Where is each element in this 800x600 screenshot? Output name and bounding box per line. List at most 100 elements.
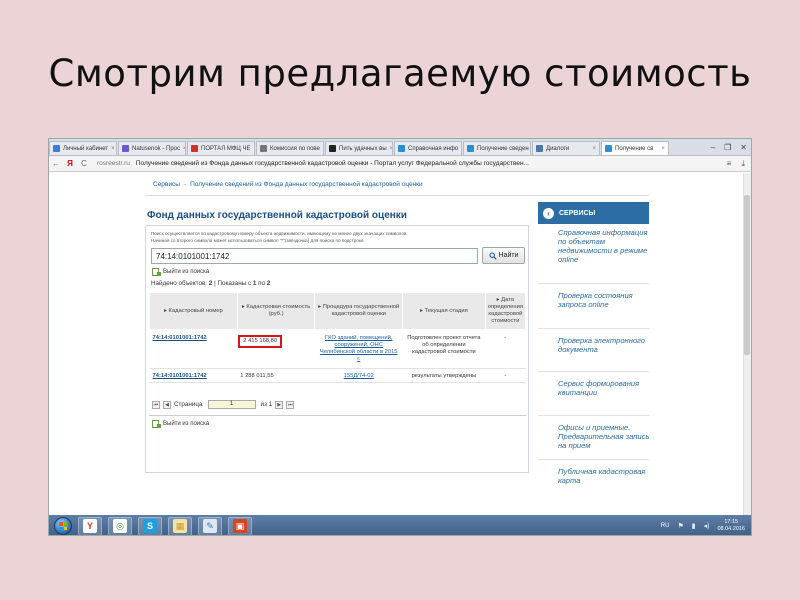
breadcrumb-root[interactable]: Сервисы [153,181,180,188]
tab-label: Диалоги [546,145,570,152]
restore-button[interactable]: ❐ [724,143,731,152]
clock-time: 17:15 [724,519,739,525]
service-link[interactable]: Сервис формирования квитанции [558,379,652,397]
column-header[interactable]: ▸ Кадастровый номер [149,292,238,330]
tab-close-icon[interactable]: × [390,146,392,152]
folder-taskbar-button[interactable]: ▦ [168,516,192,535]
volume-icon[interactable]: ◂) [704,522,710,530]
scrollbar-thumb[interactable] [744,195,750,355]
browser-tab[interactable]: Личный кабинет × [49,141,117,155]
service-link[interactable]: Публичная кадастровая карта [558,467,652,485]
exit-search-link[interactable]: Выйти из поиска [152,268,209,276]
download-icon[interactable]: ⤓ [741,159,745,169]
tab-close-icon[interactable]: × [183,146,185,152]
tray-flag-icon[interactable]: ⚑ [677,522,683,530]
breadcrumb-current[interactable]: Получение сведений из Фонда данных госуд… [190,181,423,188]
browser-tab[interactable]: Пить удачных вы × [325,141,393,155]
taskbar: Y ◎ S ▦ ✎ ▣ RU ⚑ ▮ ◂) 17:15 08.04.2016 [49,515,751,535]
column-header[interactable]: ▸ Процедура государственной кадастровой … [314,292,404,330]
yandex-button[interactable]: Я [63,159,77,168]
tab-label: Личный кабинет [63,145,109,152]
skype-taskbar-button[interactable]: S [138,516,162,535]
page-label: Страница [174,401,203,408]
page-number-input[interactable]: 1 [207,400,256,409]
cadastral-number-link[interactable]: 74:14:0101001:1742 [153,373,207,379]
close-window-button[interactable]: ✕ [740,143,747,152]
chat-app-taskbar-button[interactable]: ◎ [108,516,132,535]
service-link[interactable]: Справочная информация по объектам недвиж… [558,228,652,264]
exit-search-link-bottom[interactable]: Выйти из поиска [152,420,209,428]
tab-close-icon[interactable]: × [661,146,665,152]
shown-to-word: по [258,280,266,287]
column-header[interactable]: ▸ Текущая стадия [402,292,486,330]
yandex-browser-taskbar-button[interactable]: Y [78,516,102,535]
stage-cell: результаты утверждены [402,368,486,383]
minimize-button[interactable]: – [711,143,715,152]
language-indicator[interactable]: RU [661,523,670,529]
clock[interactable]: 17:15 08.04.2016 [717,519,745,533]
procedure-link[interactable]: ГКО зданий, помещений, сооружений, ОНС Ч… [314,329,403,369]
address-page-title[interactable]: Получение сведений из Фонда данных госуд… [136,160,529,167]
shown-from: 1 [252,280,257,287]
tab-label: Получение св [615,145,654,152]
menu-icon[interactable]: ≡ [727,159,732,169]
search-input[interactable] [151,248,478,264]
found-count: Найдено объектов: 2 | Показаны с 1 по 2 [151,280,270,287]
presentation-icon: ▣ [233,519,247,533]
browser-tab[interactable]: Диалоги × [532,141,600,155]
pagination: ⏮ ◀ Страница 1 из 1 ▶ ⏭ [152,400,295,409]
tab-strip: Личный кабинет×Natusenok - Прос×ПОРТАЛ М… [49,139,751,156]
tab-close-icon[interactable]: × [254,146,255,152]
column-header[interactable]: ▸ Кадастровая стоимость (руб.) [236,292,316,330]
address-host[interactable]: rosreestr.ru [97,160,130,167]
service-link[interactable]: Проверка состояния запроса online [558,291,652,309]
procedure-link[interactable]: 155Д/74-02 [314,368,403,383]
divider [538,328,649,329]
tab-close-icon[interactable]: × [592,146,596,152]
tab-close-icon[interactable]: × [323,146,324,152]
exit-search-label: Выйти из поиска [163,269,210,275]
browser-tab[interactable]: Комиссия по пове× [256,141,324,155]
service-link[interactable]: Проверка электронного документа [558,336,652,354]
back-button[interactable]: ← [49,159,63,168]
divider [538,371,649,372]
paint-taskbar-button[interactable]: ✎ [198,516,222,535]
tab-label: Справочная инфо [408,145,459,152]
network-icon[interactable]: ▮ [692,522,696,530]
find-button[interactable]: Найти [482,247,525,264]
last-page-button[interactable]: ⏭ [286,400,295,409]
services-header[interactable]: ‹ СЕРВИСЫ [538,202,649,224]
favicon-icon [329,145,336,152]
service-link[interactable]: Офисы и приемные. Предварительная запись… [558,423,652,450]
prev-page-button[interactable]: ◀ [163,400,171,409]
slide-title: Смотрим предлагаемую стоимость [48,52,752,95]
page-content: Сервисы - Получение сведений из Фонда данн… [49,173,751,515]
services-header-label: СЕРВИСЫ [559,209,596,217]
presentation-taskbar-button[interactable]: ▣ [228,516,252,535]
yandex-browser-icon: Y [83,519,97,533]
exit-search-label: Выйти из поиска [163,421,210,427]
reload-button[interactable]: C [77,159,91,168]
column-header[interactable]: ▸ Дата определения кадастровой стоимости [484,292,527,330]
browser-tab[interactable]: Получение сведен × [463,141,531,155]
found-prefix: Найдено объектов: [151,280,208,287]
divider [145,195,649,196]
tab-label: Natusenok - Прос [132,145,181,152]
browser-tab[interactable]: Natusenok - Прос× [118,141,186,155]
browser-tab[interactable]: ПОРТАЛ МФЦ ЧЕ× [187,141,255,155]
system-tray: RU ⚑ ▮ ◂) 17:15 08.04.2016 [661,519,751,533]
start-button[interactable] [54,517,72,535]
tab-close-icon[interactable]: × [461,146,462,152]
favicon-icon [122,145,129,152]
browser-tab[interactable]: Справочная инфо× [394,141,462,155]
favicon-icon [260,145,267,152]
favicon-icon [398,145,405,152]
next-page-button[interactable]: ▶ [275,400,284,409]
divider [538,283,649,284]
folder-icon: ▦ [173,519,187,533]
tab-close-icon[interactable]: × [111,146,115,152]
browser-tab[interactable]: Получение св × [601,141,669,155]
first-page-button[interactable]: ⏮ [152,400,160,409]
cadastral-number-link[interactable]: 74:14:0101001:1742 [153,335,207,341]
breadcrumb-separator: - [183,181,187,188]
